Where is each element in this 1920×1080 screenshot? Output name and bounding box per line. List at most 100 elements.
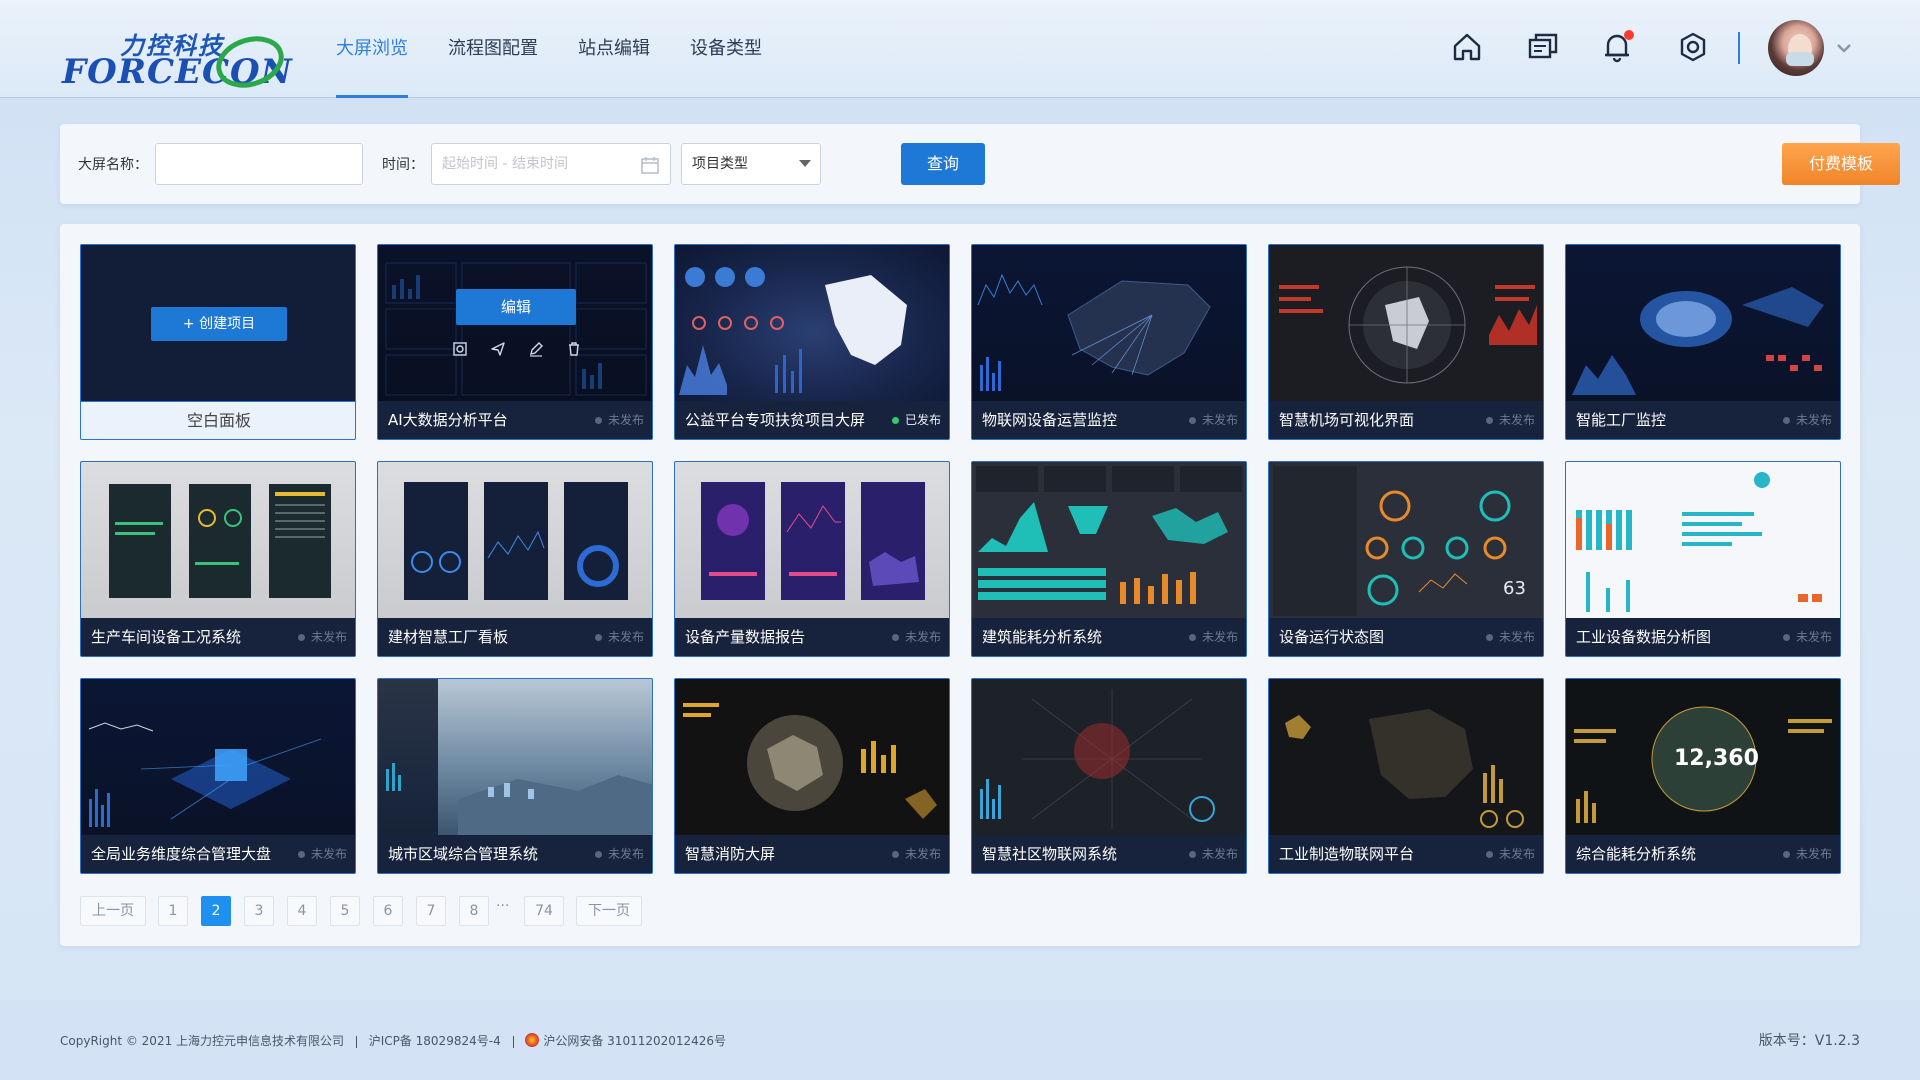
page-button[interactable]: 3: [244, 896, 274, 926]
pencil-icon[interactable]: [528, 341, 544, 357]
nav-tab-device-type[interactable]: 设备类型: [690, 0, 762, 98]
page-button[interactable]: 4: [287, 896, 317, 926]
gauge-number: 63: [1503, 578, 1526, 599]
status-badge: 未发布: [1783, 618, 1832, 656]
project-thumbnail: [378, 679, 652, 837]
project-grid-panel: + 创建项目 空白面板 编辑 AI大数据分析平台 未发布 公益平台专项扶贫项目大…: [60, 224, 1860, 946]
home-icon[interactable]: [1450, 30, 1484, 64]
project-card[interactable]: 生产车间设备工况系统 未发布: [80, 461, 356, 657]
project-type-value: 项目类型: [692, 156, 748, 172]
project-thumbnail: [1566, 462, 1840, 620]
project-card[interactable]: 智慧社区物联网系统 未发布: [971, 678, 1247, 874]
project-card[interactable]: 物联网设备运营监控 未发布: [971, 244, 1247, 440]
query-button[interactable]: 查询: [901, 143, 985, 185]
project-card[interactable]: 城市区域综合管理系统 未发布: [377, 678, 653, 874]
page-button-last[interactable]: 74: [524, 896, 564, 926]
police-record-text[interactable]: 沪公网安备 31011202012426号: [543, 1034, 726, 1048]
page-button[interactable]: 8: [459, 896, 489, 926]
card-hover-overlay: 编辑: [378, 245, 652, 403]
project-card[interactable]: 编辑 AI大数据分析平台 未发布: [377, 244, 653, 440]
project-title: 公益平台专项扶贫项目大屏 已发布: [675, 401, 949, 439]
status-badge: 未发布: [1783, 401, 1832, 439]
status-badge: 未发布: [595, 618, 644, 656]
project-card[interactable]: 工业设备数据分析图 未发布: [1565, 461, 1841, 657]
settings-icon[interactable]: [1676, 30, 1710, 64]
project-title-text: 设备产量数据报告: [685, 628, 806, 646]
project-card[interactable]: 全局业务维度综合管理大盘 未发布: [80, 678, 356, 874]
page-button[interactable]: 6: [373, 896, 403, 926]
status-badge: 未发布: [892, 835, 941, 873]
project-type-select[interactable]: 项目类型: [681, 143, 821, 185]
project-card[interactable]: 设备产量数据报告 未发布: [674, 461, 950, 657]
blank-panel-card[interactable]: + 创建项目 空白面板: [80, 244, 356, 440]
project-title: 智慧机场可视化界面 未发布: [1269, 401, 1543, 439]
forcecon-logo[interactable]: 力控科技 FORCECON: [60, 22, 292, 92]
date-range-placeholder: 起始时间 - 结束时间: [442, 156, 568, 172]
project-thumbnail: [675, 245, 949, 403]
project-card[interactable]: 智慧消防大屏 未发布: [674, 678, 950, 874]
header-divider: [1738, 32, 1740, 64]
notification-badge: [1624, 30, 1634, 40]
chevron-down-icon[interactable]: [1834, 38, 1854, 58]
status-badge: 未发布: [1486, 835, 1535, 873]
project-title: 设备运行状态图 未发布: [1269, 618, 1543, 656]
create-project-button[interactable]: + 创建项目: [151, 307, 287, 341]
project-title-text: 公益平台专项扶贫项目大屏: [685, 411, 866, 429]
project-thumbnail: [675, 679, 949, 837]
project-title-text: 建筑能耗分析系统: [982, 628, 1103, 646]
page-button-current[interactable]: 2: [201, 896, 231, 926]
preview-icon[interactable]: [452, 341, 468, 357]
status-badge: 未发布: [1189, 618, 1238, 656]
project-title: 智能工厂监控 未发布: [1566, 401, 1840, 439]
project-title-text: 全局业务维度综合管理大盘: [91, 845, 272, 863]
time-label: 时间：: [382, 157, 424, 173]
project-card[interactable]: 公益平台专项扶贫项目大屏 已发布: [674, 244, 950, 440]
date-range-input[interactable]: 起始时间 - 结束时间: [431, 143, 671, 185]
version-text: 版本号：V1.2.3: [1758, 1033, 1860, 1049]
project-card[interactable]: 工业制造物联网平台 未发布: [1268, 678, 1544, 874]
bell-icon[interactable]: [1600, 30, 1634, 64]
page-button[interactable]: 1: [158, 896, 188, 926]
project-card[interactable]: 12,360 综合能耗分析系统 未发布: [1565, 678, 1841, 874]
edit-button[interactable]: 编辑: [456, 289, 576, 325]
project-title: 工业制造物联网平台 未发布: [1269, 835, 1543, 873]
project-title: 智慧社区物联网系统 未发布: [972, 835, 1246, 873]
user-avatar[interactable]: [1768, 20, 1824, 76]
nav-tab-site-edit[interactable]: 站点编辑: [578, 0, 650, 98]
project-card[interactable]: 智慧机场可视化界面 未发布: [1268, 244, 1544, 440]
project-title: 设备产量数据报告 未发布: [675, 618, 949, 656]
nav-tab-flow-config[interactable]: 流程图配置: [448, 0, 538, 98]
nav-tab-screen-browse[interactable]: 大屏浏览: [336, 0, 408, 98]
screen-name-input[interactable]: [155, 143, 363, 185]
prev-page-button[interactable]: 上一页: [80, 896, 146, 926]
trash-icon[interactable]: [566, 341, 582, 357]
project-title: 综合能耗分析系统 未发布: [1566, 835, 1840, 873]
police-badge-icon: [525, 1033, 540, 1047]
caret-down-icon: [799, 160, 811, 167]
project-title-text: 综合能耗分析系统: [1576, 845, 1697, 863]
icp-text[interactable]: 沪ICP备 18029824号-4: [369, 1034, 501, 1048]
publish-icon[interactable]: [490, 341, 506, 357]
project-title-text: 智慧社区物联网系统: [982, 845, 1118, 863]
page-button[interactable]: 7: [416, 896, 446, 926]
messages-icon[interactable]: [1526, 30, 1560, 64]
project-card[interactable]: 63 设备运行状态图 未发布: [1268, 461, 1544, 657]
project-thumbnail: 12,360: [1566, 679, 1840, 837]
paid-template-button[interactable]: 付费模板: [1782, 143, 1900, 185]
status-badge: 未发布: [1189, 401, 1238, 439]
project-card[interactable]: 智能工厂监控 未发布: [1565, 244, 1841, 440]
project-card[interactable]: 建材智慧工厂看板 未发布: [377, 461, 653, 657]
project-card[interactable]: 建筑能耗分析系统 未发布: [971, 461, 1247, 657]
status-badge: 未发布: [1486, 618, 1535, 656]
status-badge: 未发布: [298, 618, 347, 656]
project-title: 建材智慧工厂看板 未发布: [378, 618, 652, 656]
project-title-text: AI大数据分析平台: [388, 411, 508, 429]
project-title: 生产车间设备工况系统 未发布: [81, 618, 355, 656]
project-title-text: 工业制造物联网平台: [1279, 845, 1415, 863]
project-title-text: 智慧消防大屏: [685, 845, 776, 863]
project-title-text: 设备运行状态图: [1279, 628, 1385, 646]
page-button[interactable]: 5: [330, 896, 360, 926]
top-header: 力控科技 FORCECON 大屏浏览 流程图配置 站点编辑 设备类型: [0, 0, 1920, 98]
next-page-button[interactable]: 下一页: [576, 896, 642, 926]
center-number: 12,360: [1674, 746, 1759, 771]
